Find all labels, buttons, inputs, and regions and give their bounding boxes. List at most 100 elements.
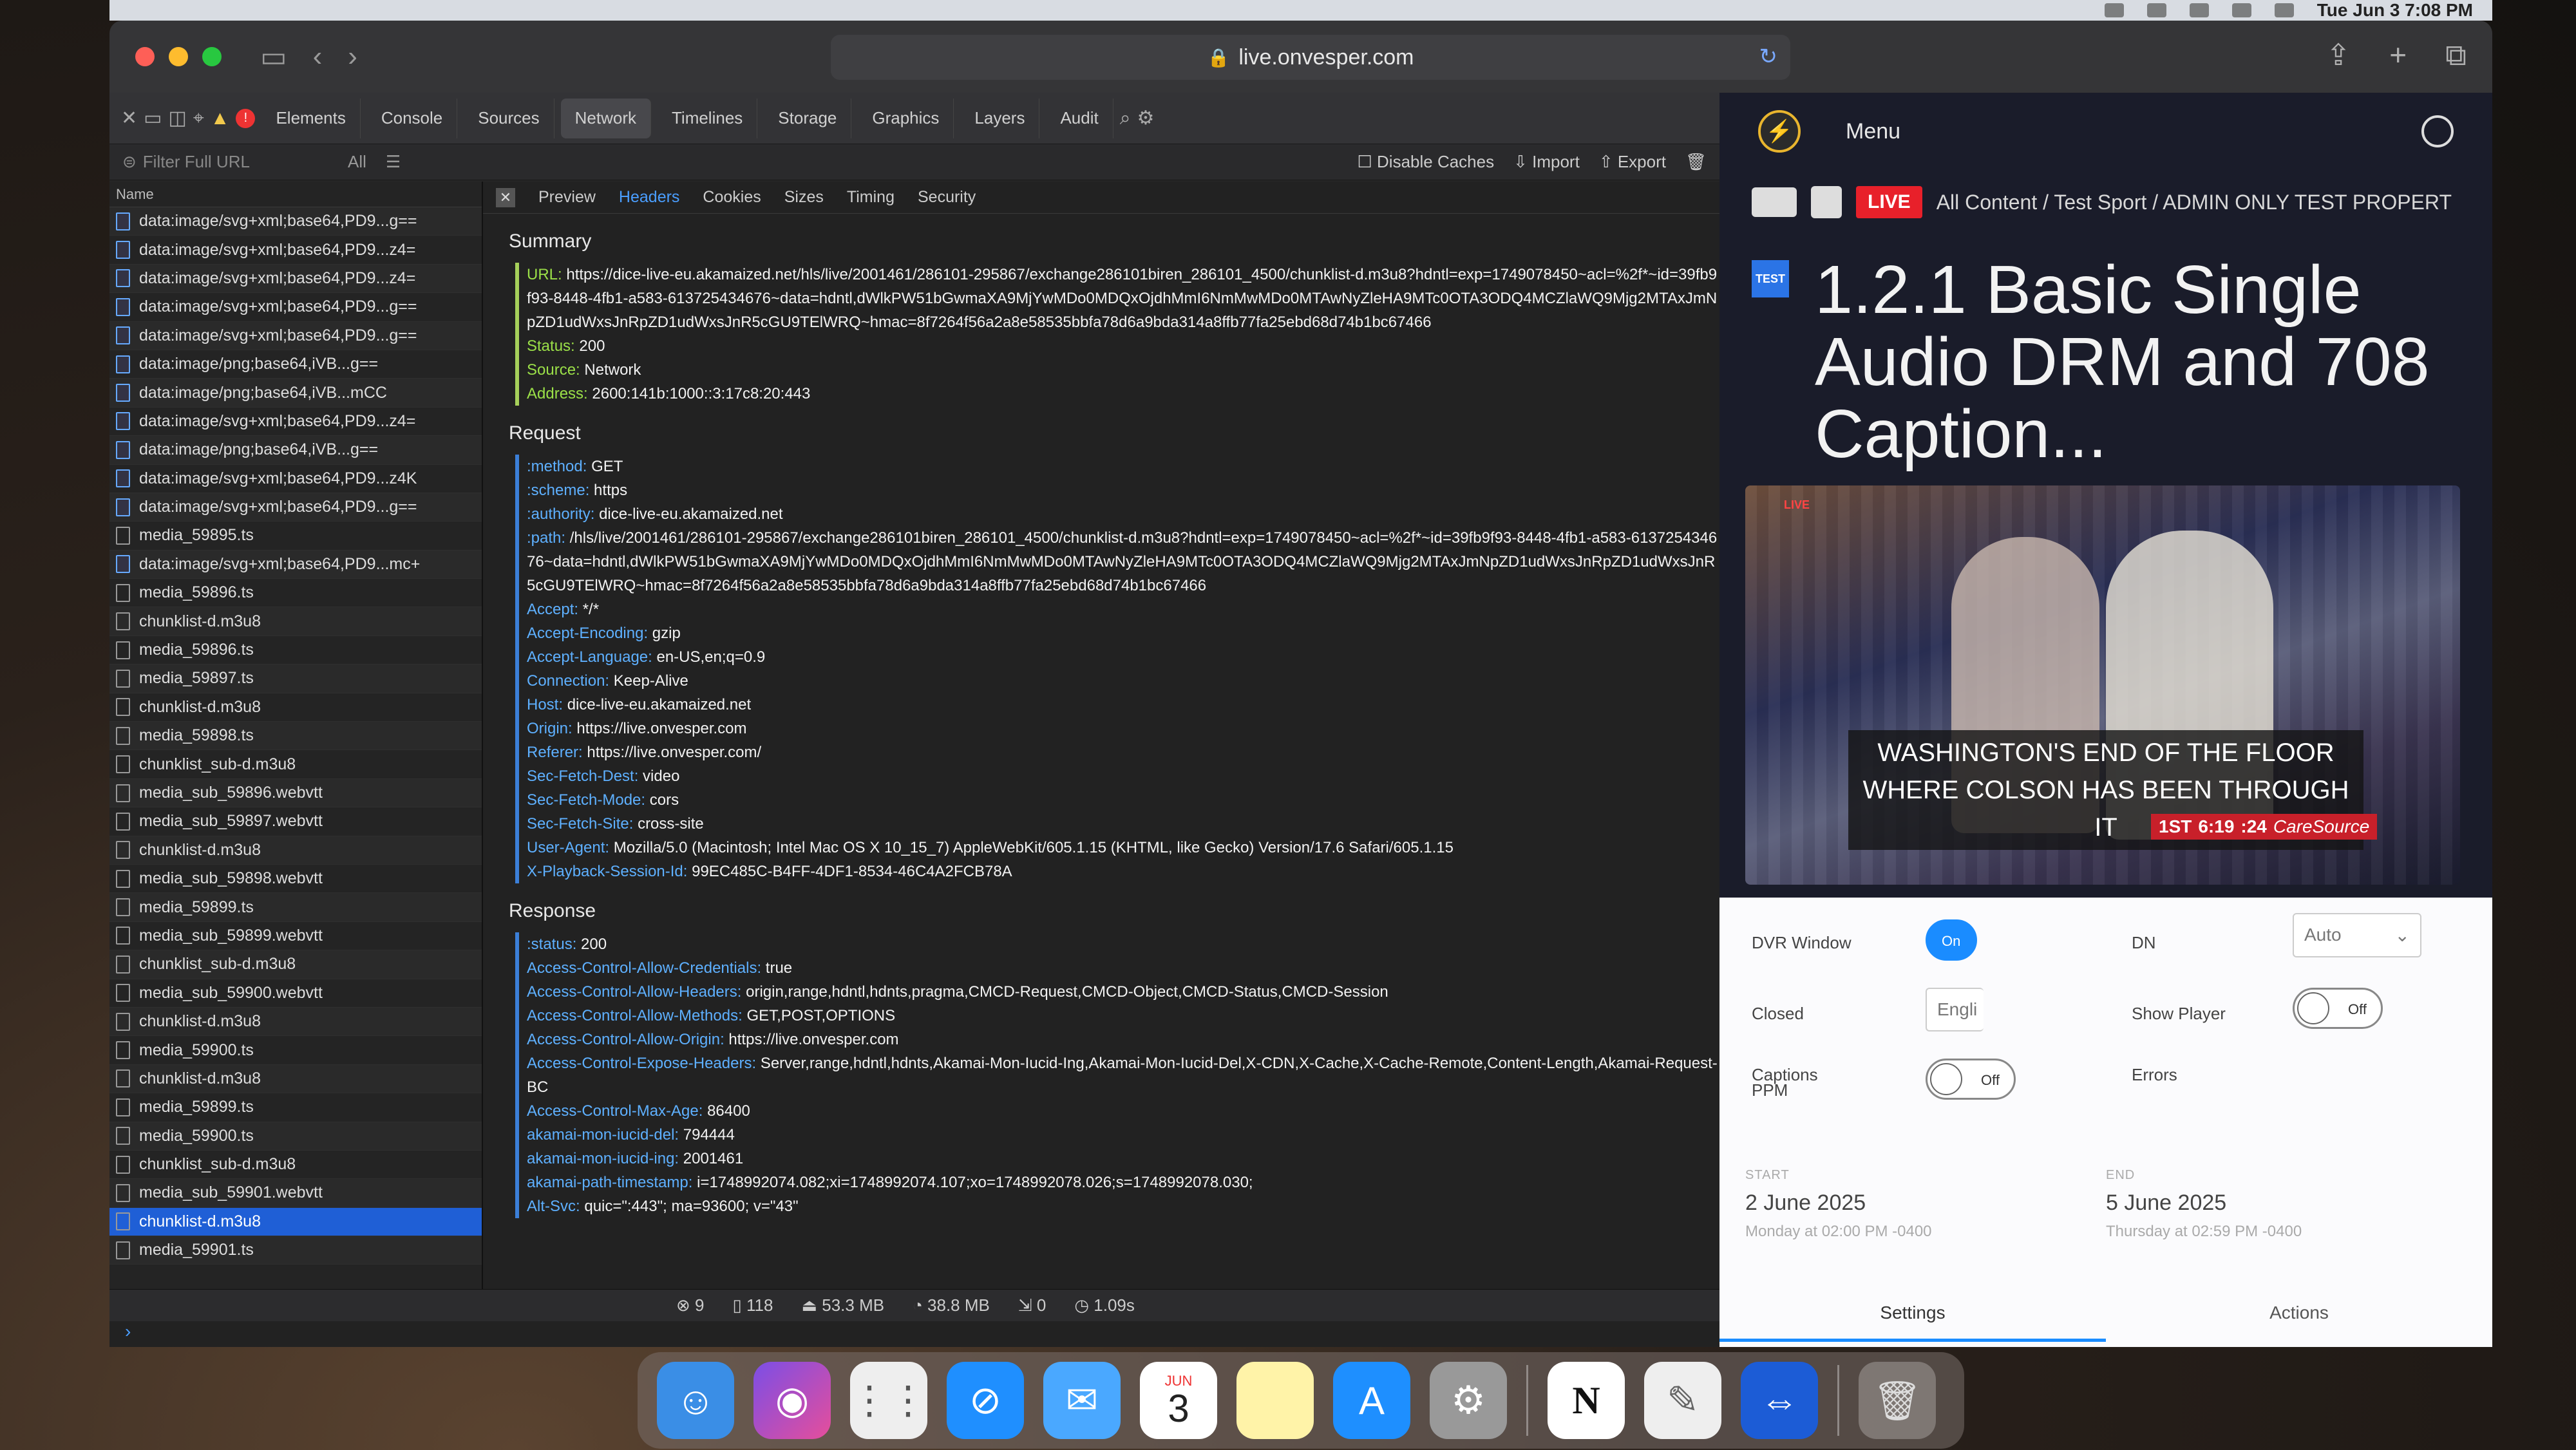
request-row[interactable]: media_sub_59901.webvtt [109, 1179, 482, 1208]
request-row[interactable]: media_sub_59898.webvtt [109, 865, 482, 894]
request-row[interactable]: data:image/svg+xml;base64,PD9...z4= [109, 236, 482, 265]
wifi-icon[interactable] [2231, 3, 2251, 17]
tab-timing[interactable]: Timing [847, 188, 895, 207]
column-header-name[interactable]: Name [109, 182, 482, 207]
tab-network[interactable]: Network [560, 98, 651, 138]
menu-clock[interactable]: Tue Jun 3 7:08 PM [2317, 0, 2473, 21]
tab-security[interactable]: Security [918, 188, 976, 207]
request-row[interactable]: media_59899.ts [109, 1093, 482, 1122]
request-row[interactable]: media_59898.ts [109, 722, 482, 751]
request-row[interactable]: data:image/svg+xml;base64,PD9...z4K [109, 465, 482, 493]
request-row[interactable]: chunklist-d.m3u8 [109, 1207, 482, 1237]
request-row[interactable]: media_59900.ts [109, 1122, 482, 1151]
share-icon[interactable]: ⇪ [2326, 37, 2351, 73]
request-row[interactable]: data:image/svg+xml;base64,PD9...g== [109, 493, 482, 522]
close-button[interactable] [135, 47, 155, 66]
search-icon[interactable] [2274, 3, 2294, 17]
tab-console[interactable]: Console [367, 98, 458, 138]
forward-icon[interactable]: › [348, 41, 357, 73]
app-logo[interactable]: ⚡ [1758, 110, 1801, 153]
request-row[interactable]: media_sub_59896.webvtt [109, 778, 482, 808]
crosshair-icon[interactable]: ⌖ [193, 108, 204, 129]
request-row[interactable]: chunklist-d.m3u8 [109, 836, 482, 865]
tab-settings[interactable]: Settings [1719, 1284, 2106, 1342]
sidebar-toggle-icon[interactable]: ▭ [260, 41, 287, 73]
request-row[interactable]: data:image/svg+xml;base64,PD9...g== [109, 293, 482, 322]
tabs-overview-icon[interactable]: ⧉ [2445, 37, 2467, 73]
back-icon[interactable]: ‹ [313, 41, 323, 73]
dock-side-icon[interactable]: ◫ [169, 107, 187, 129]
request-row[interactable]: media_sub_59900.webvtt [109, 979, 482, 1008]
tab-sizes[interactable]: Sizes [784, 188, 824, 207]
filter-options-icon[interactable]: ☰ [386, 152, 401, 172]
notion-icon[interactable]: N [1548, 1362, 1625, 1439]
teamviewer-icon[interactable]: ⇔ [1741, 1362, 1818, 1439]
notes-icon[interactable] [1236, 1362, 1314, 1439]
status-icon[interactable] [2104, 3, 2124, 17]
system-settings-icon[interactable]: ⚙ [1430, 1362, 1507, 1439]
finder-icon[interactable]: ☺ [657, 1362, 734, 1439]
tab-timelines[interactable]: Timelines [658, 98, 758, 138]
request-row[interactable]: data:image/svg+xml;base64,PD9...mc+ [109, 550, 482, 579]
import-button[interactable]: ⇩ Import [1513, 152, 1580, 172]
captions-toggle[interactable]: Off [1926, 1059, 2016, 1100]
request-row[interactable]: chunklist_sub-d.m3u8 [109, 750, 482, 779]
request-row[interactable]: data:image/svg+xml;base64,PD9...g== [109, 207, 482, 236]
video-player[interactable]: LIVE WASHINGTON'S END OF THE FLOOR WHERE… [1745, 485, 2460, 885]
request-row[interactable]: media_sub_59897.webvtt [109, 807, 482, 836]
request-row[interactable]: data:image/png;base64,iVB...g== [109, 350, 482, 379]
launchpad-icon[interactable]: ⋮⋮ [850, 1362, 927, 1439]
console-prompt[interactable]: › [109, 1321, 1719, 1347]
request-row[interactable]: media_59895.ts [109, 522, 482, 551]
request-row[interactable]: chunklist-d.m3u8 [109, 693, 482, 722]
tab-layers[interactable]: Layers [960, 98, 1040, 138]
request-row[interactable]: data:image/svg+xml;base64,PD9...z4= [109, 264, 482, 294]
mail-icon[interactable]: ✉ [1043, 1362, 1121, 1439]
request-row[interactable]: chunklist_sub-d.m3u8 [109, 950, 482, 979]
disable-caches-checkbox[interactable]: ☐ Disable Caches [1357, 152, 1494, 172]
calendar-icon[interactable]: JUN 3 [1140, 1362, 1217, 1439]
request-row[interactable]: media_59901.ts [109, 1236, 482, 1265]
address-bar[interactable]: 🔒 live.onvesper.com ↻ [831, 35, 1790, 80]
request-row[interactable]: media_59900.ts [109, 1036, 482, 1065]
trash-icon[interactable]: 🗑 [1859, 1362, 1936, 1439]
show-player-toggle[interactable]: Off [2293, 988, 2383, 1029]
request-row[interactable]: chunklist-d.m3u8 [109, 607, 482, 636]
status-icon[interactable] [2146, 3, 2166, 17]
request-row[interactable]: data:image/png;base64,iVB...mCC [109, 379, 482, 408]
request-row[interactable]: chunklist-d.m3u8 [109, 1064, 482, 1094]
textedit-icon[interactable]: ✎ [1644, 1362, 1721, 1439]
siri-icon[interactable]: ◉ [753, 1362, 831, 1439]
breadcrumb-text[interactable]: All Content / Test Sport / ADMIN ONLY TE… [1937, 191, 2452, 214]
safari-icon[interactable]: ⊘ [947, 1362, 1024, 1439]
request-row[interactable]: data:image/svg+xml;base64,PD9...g== [109, 321, 482, 350]
caption-language-select[interactable]: Engli [1926, 988, 1984, 1031]
minimize-button[interactable] [169, 47, 188, 66]
dock-icon[interactable]: ▭ [144, 107, 162, 129]
close-inspector-icon[interactable]: ✕ [121, 107, 137, 129]
request-row[interactable]: media_59897.ts [109, 664, 482, 693]
user-icon[interactable] [2421, 115, 2454, 147]
dvr-window-toggle[interactable]: On [1926, 919, 1977, 961]
gear-icon[interactable]: ⚙ [1137, 107, 1155, 129]
error-icon[interactable]: ! [236, 108, 256, 128]
request-row[interactable]: chunklist-d.m3u8 [109, 1007, 482, 1037]
request-row[interactable]: chunklist_sub-d.m3u8 [109, 1151, 482, 1180]
tab-preview[interactable]: Preview [538, 188, 596, 207]
request-row[interactable]: media_sub_59899.webvtt [109, 922, 482, 951]
export-button[interactable]: ⇧ Export [1599, 152, 1666, 172]
request-row[interactable]: data:image/png;base64,iVB...g== [109, 436, 482, 465]
close-detail-icon[interactable]: ✕ [496, 187, 515, 207]
app-store-icon[interactable]: A [1333, 1362, 1410, 1439]
request-row[interactable]: media_59896.ts [109, 579, 482, 608]
reload-icon[interactable]: ↻ [1759, 44, 1778, 70]
request-row[interactable]: media_59899.ts [109, 893, 482, 922]
tab-actions[interactable]: Actions [2106, 1284, 2492, 1342]
request-row[interactable]: data:image/svg+xml;base64,PD9...z4= [109, 408, 482, 437]
zoom-button[interactable] [202, 47, 222, 66]
cdn-select[interactable]: Auto ⌄ [2293, 913, 2421, 957]
tab-elements[interactable]: Elements [261, 98, 361, 138]
search-icon[interactable]: ⌕ [1120, 108, 1131, 129]
tab-graphics[interactable]: Graphics [858, 98, 954, 138]
clear-icon[interactable]: 🗑 [1685, 152, 1707, 172]
